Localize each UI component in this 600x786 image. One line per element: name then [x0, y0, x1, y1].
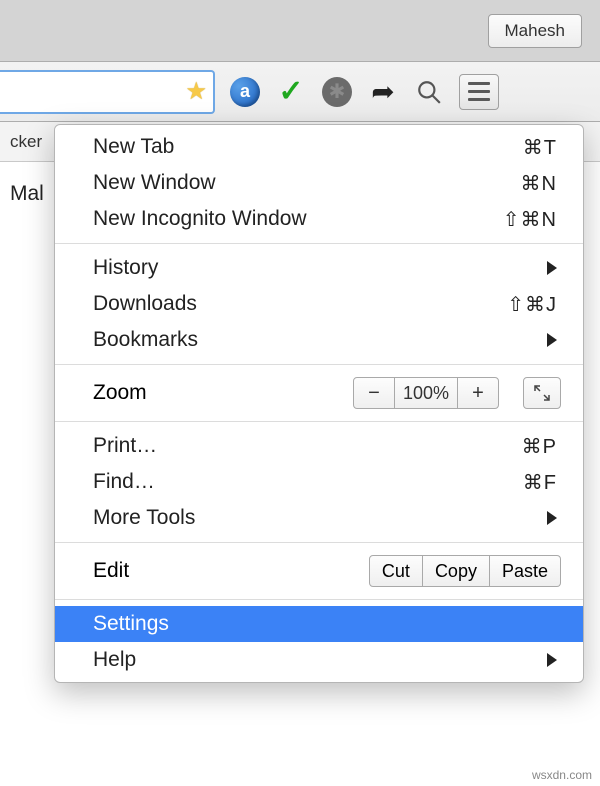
- share-icon[interactable]: ➦: [367, 76, 399, 108]
- menu-label: New Window: [93, 171, 521, 195]
- menu-label: Settings: [93, 612, 557, 636]
- menu-label: Downloads: [93, 292, 507, 316]
- page-text: Mal: [10, 182, 44, 205]
- menu-shortcut: ⇧⌘J: [507, 292, 557, 317]
- menu-label: Zoom: [93, 381, 353, 405]
- search-icon[interactable]: [413, 76, 445, 108]
- menu-label: New Tab: [93, 135, 523, 159]
- menu-shortcut: ⌘P: [522, 434, 557, 459]
- zoom-control: − 100% +: [353, 377, 499, 409]
- menu-label: Bookmarks: [93, 328, 547, 352]
- bookmark-star-icon[interactable]: ★: [185, 77, 207, 106]
- menu-shortcut: ⌘F: [523, 470, 557, 495]
- submenu-arrow-icon: [547, 333, 557, 347]
- menu-label: Find…: [93, 470, 523, 494]
- watermark: wsxdn.com: [532, 768, 592, 782]
- bookmark-bar-item[interactable]: cker: [10, 132, 42, 152]
- profile-button[interactable]: Mahesh: [488, 14, 582, 48]
- menu-shortcut: ⇧⌘N: [503, 207, 557, 232]
- hamburger-menu-button[interactable]: [459, 74, 499, 110]
- cut-button[interactable]: Cut: [369, 555, 423, 587]
- menu-downloads[interactable]: Downloads ⇧⌘J: [55, 286, 583, 322]
- menu-print[interactable]: Print… ⌘P: [55, 428, 583, 464]
- menu-history[interactable]: History: [55, 250, 583, 286]
- zoom-in-button[interactable]: +: [457, 377, 499, 409]
- extension-a-icon[interactable]: a: [229, 76, 261, 108]
- menu-new-tab[interactable]: New Tab ⌘T: [55, 129, 583, 165]
- menu-bookmarks[interactable]: Bookmarks: [55, 322, 583, 358]
- menu-label: Help: [93, 648, 547, 672]
- zoom-value: 100%: [395, 377, 457, 409]
- extension-check-icon[interactable]: ✓: [275, 76, 307, 108]
- menu-zoom: Zoom − 100% +: [55, 371, 583, 415]
- menu-label: New Incognito Window: [93, 207, 503, 231]
- menu-label: More Tools: [93, 506, 547, 530]
- menu-new-incognito[interactable]: New Incognito Window ⇧⌘N: [55, 201, 583, 237]
- edit-buttons: Cut Copy Paste: [369, 555, 561, 587]
- menu-shortcut: ⌘N: [521, 171, 557, 196]
- zoom-out-button[interactable]: −: [353, 377, 395, 409]
- fullscreen-button[interactable]: [523, 377, 561, 409]
- submenu-arrow-icon: [547, 653, 557, 667]
- menu-new-window[interactable]: New Window ⌘N: [55, 165, 583, 201]
- menu-separator: [55, 421, 583, 422]
- copy-button[interactable]: Copy: [423, 555, 490, 587]
- menu-label: History: [93, 256, 547, 280]
- menu-separator: [55, 542, 583, 543]
- menu-shortcut: ⌘T: [523, 135, 557, 160]
- submenu-arrow-icon: [547, 511, 557, 525]
- paste-button[interactable]: Paste: [490, 555, 561, 587]
- menu-help[interactable]: Help: [55, 642, 583, 678]
- menu-settings[interactable]: Settings: [55, 606, 583, 642]
- toolbar: ★ a ✓ ➦: [0, 62, 600, 122]
- submenu-arrow-icon: [547, 261, 557, 275]
- menu-label: Print…: [93, 434, 522, 458]
- menu-separator: [55, 364, 583, 365]
- chrome-menu: New Tab ⌘T New Window ⌘N New Incognito W…: [54, 124, 584, 683]
- menu-edit: Edit Cut Copy Paste: [55, 549, 583, 593]
- menu-label: Edit: [93, 559, 369, 583]
- omnibox[interactable]: ★: [0, 70, 215, 114]
- titlebar: Mahesh: [0, 0, 600, 62]
- menu-more-tools[interactable]: More Tools: [55, 500, 583, 536]
- menu-separator: [55, 599, 583, 600]
- menu-separator: [55, 243, 583, 244]
- menu-find[interactable]: Find… ⌘F: [55, 464, 583, 500]
- extension-web-icon[interactable]: [321, 76, 353, 108]
